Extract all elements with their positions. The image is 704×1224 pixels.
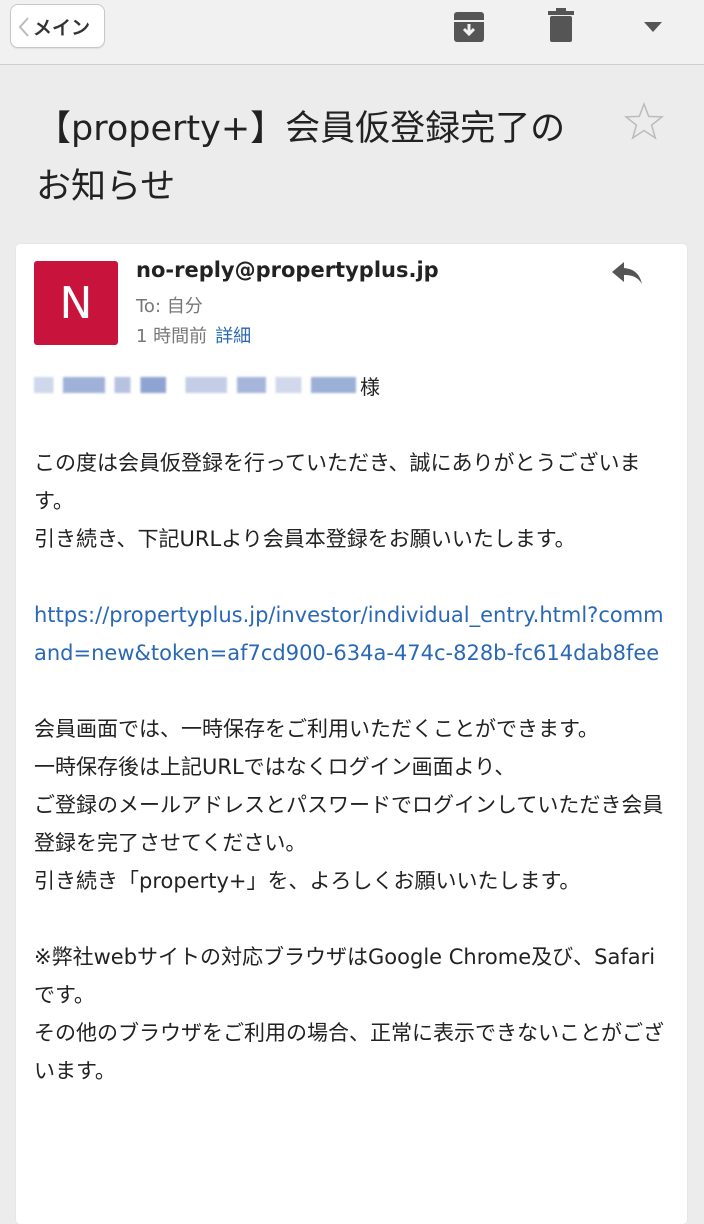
registration-link[interactable]: https://propertyplus.jp/investor/individ… — [34, 596, 664, 672]
email-subject: 【property+】会員仮登録完了のお知らせ — [36, 109, 566, 207]
body-paragraph-2-line-3: ご登録のメールアドレスとパスワードでログインしていただき会員登録を完了させてくだ… — [34, 793, 664, 855]
greeting-line: 様 — [34, 370, 380, 400]
body-paragraph-3-line-1: ※弊社webサイトの対応ブラウザはGoogle Chrome及び、Safariで… — [34, 945, 656, 1007]
recipient-line: To: 自分 — [136, 296, 203, 317]
body-paragraph-1-line-1: この度は会員仮登録を行っていただき、誠にありがとうございます。 — [34, 451, 641, 513]
body-paragraph-2-line-2: 一時保存後は上記URLではなくログイン画面より、 — [34, 755, 516, 779]
message-body: この度は会員仮登録を行っていただき、誠にありがとうございます。 引き続き、下記U… — [34, 444, 664, 1090]
timestamp: 1 時間前 — [136, 326, 208, 347]
back-button-label: メイン — [33, 16, 91, 39]
dropdown-caret-icon[interactable] — [642, 20, 664, 34]
message-card: N no-reply@propertyplus.jp To: 自分 1 時間前詳… — [16, 244, 687, 1224]
honorific: 様 — [360, 374, 380, 399]
avatar: N — [34, 261, 118, 345]
body-paragraph-1-line-2: 引き続き、下記URLより会員本登録をお願いいたします。 — [34, 527, 576, 551]
archive-icon[interactable] — [452, 10, 486, 44]
top-toolbar: メイン — [0, 0, 704, 65]
chevron-left-icon — [18, 17, 29, 37]
back-button[interactable]: メイン — [10, 4, 106, 48]
body-paragraph-3-line-2: その他のブラウザをご利用の場合、正常に表示できないことがございます。 — [34, 1021, 664, 1083]
sender-address[interactable]: no-reply@propertyplus.jp — [136, 258, 439, 282]
details-link[interactable]: 詳細 — [215, 326, 251, 347]
body-paragraph-2-line-4: 引き続き「property+」を、よろしくお願いいたします。 — [34, 869, 581, 893]
time-line: 1 時間前 詳細 — [136, 322, 251, 348]
body-paragraph-2-line-1: 会員画面では、一時保存をご利用いただくことができます。 — [34, 717, 599, 741]
star-icon[interactable] — [624, 101, 664, 141]
trash-icon[interactable] — [548, 8, 574, 42]
reply-icon[interactable] — [610, 260, 644, 288]
redacted-recipient-name — [34, 377, 356, 393]
